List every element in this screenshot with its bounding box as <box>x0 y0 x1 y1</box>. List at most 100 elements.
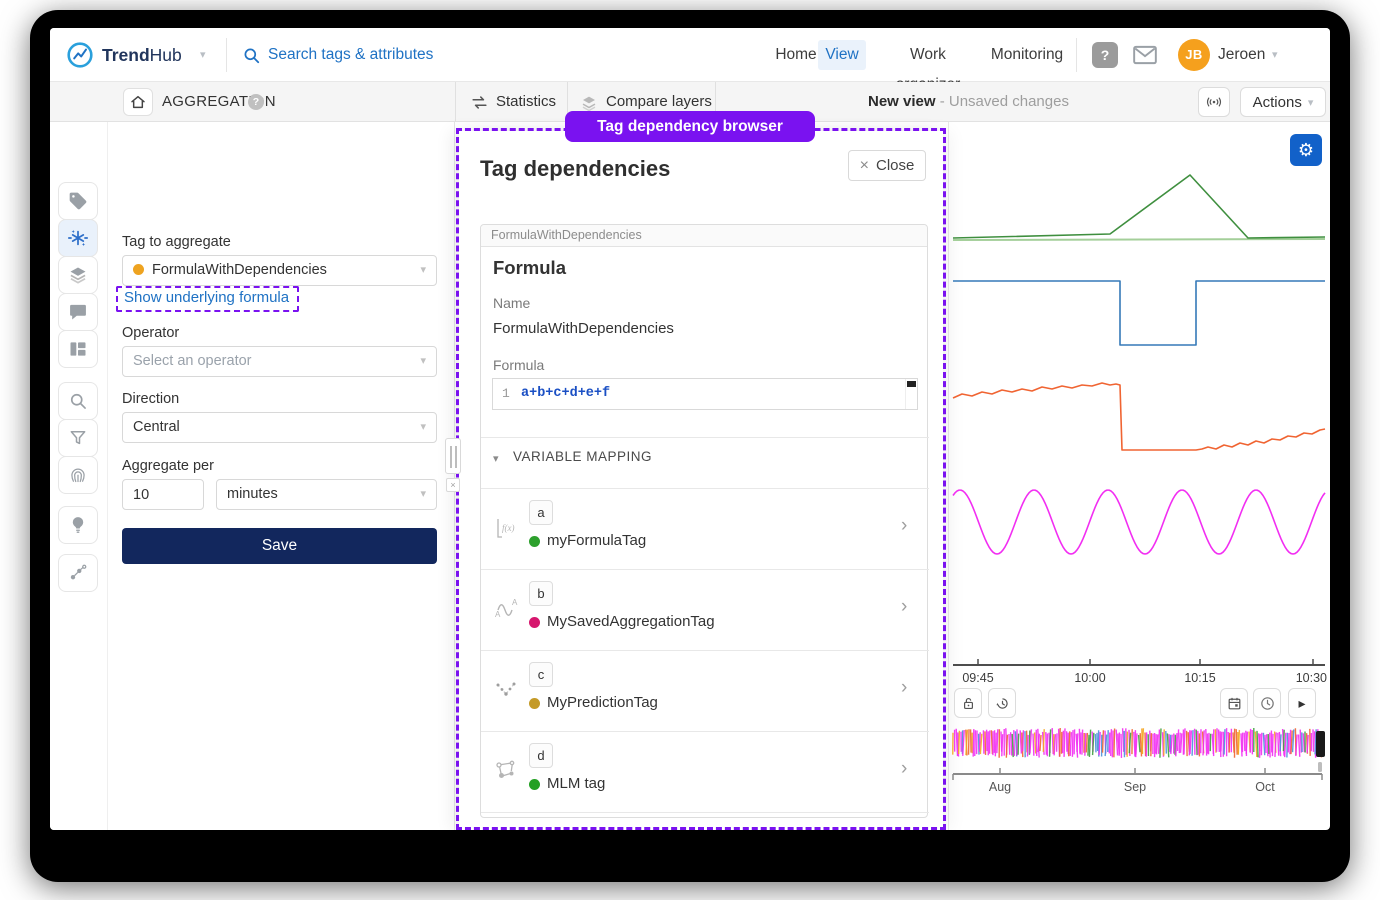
lock-icon <box>960 695 977 712</box>
aggregate-unit-select[interactable]: minutes ▾ <box>216 479 437 510</box>
calendar-icon <box>1226 695 1243 712</box>
panel-resize-handle[interactable] <box>445 438 461 474</box>
gear-icon: ⚙ <box>1298 140 1314 160</box>
editor-minimap <box>907 381 916 387</box>
save-button[interactable]: Save <box>122 528 437 564</box>
formula-card: FormulaWithDependencies Formula Name For… <box>480 224 928 818</box>
select-chevron-down-icon: ▾ <box>420 413 426 442</box>
clock-icon <box>1259 695 1276 712</box>
collapse-chevron-down-icon[interactable]: ▾ <box>493 452 499 465</box>
name-label: Name <box>493 295 530 311</box>
tag-name: MLM tag <box>547 775 605 792</box>
home-button[interactable] <box>123 88 153 116</box>
svg-text:Aug: Aug <box>989 780 1011 794</box>
mail-icon[interactable] <box>1132 44 1158 66</box>
sidebar-item-ideas[interactable] <box>58 506 98 544</box>
nav-item-view[interactable]: View <box>818 40 866 70</box>
tag-dependencies-modal: Tag dependencies × Close FormulaWithDepe… <box>459 131 943 830</box>
app-window: TrendHub ▾ Home View Work organizer Moni… <box>50 28 1330 830</box>
operator-placeholder: Select an operator <box>133 353 252 369</box>
nav-item-home[interactable]: Home <box>770 40 822 70</box>
sidebar-item-search[interactable] <box>58 382 98 420</box>
play-forward-button[interactable]: ▸ <box>1288 688 1316 718</box>
variable-row-b[interactable]: A A b MySavedAggregationTag › <box>481 570 929 651</box>
sidebar-item-comments[interactable] <box>58 293 98 331</box>
variable-row-a[interactable]: f(x) a myFormulaTag › <box>481 489 929 570</box>
broadcast-icon <box>1205 93 1223 111</box>
tag-color-dot <box>529 698 540 709</box>
close-icon: × <box>860 157 869 175</box>
dashboard-icon <box>68 339 88 359</box>
operator-label: Operator <box>122 325 179 341</box>
brand-chevron-down-icon[interactable]: ▾ <box>200 28 206 82</box>
sidebar-item-layers[interactable] <box>58 256 98 294</box>
screenshot-root: TrendHub ▾ Home View Work organizer Moni… <box>0 0 1380 900</box>
nav-item-work-organizer[interactable]: Work organizer <box>876 40 980 70</box>
close-button[interactable]: × Close <box>848 150 926 181</box>
chevron-right-icon: › <box>901 758 907 780</box>
filter-icon <box>68 428 88 448</box>
calendar-button[interactable] <box>1220 688 1248 718</box>
variable-badge: d <box>529 743 553 768</box>
help-circle-icon[interactable]: ? <box>248 94 264 110</box>
trendhub-logo-icon <box>66 41 94 69</box>
operator-select[interactable]: Select an operator ▾ <box>122 346 437 377</box>
brand-name[interactable]: TrendHub <box>102 28 182 82</box>
chevron-right-icon: › <box>901 515 907 537</box>
tag-color-dot <box>529 536 540 547</box>
chart-settings-button[interactable]: ⚙ <box>1290 134 1322 166</box>
section-divider <box>481 437 929 438</box>
svg-text:10:00: 10:00 <box>1074 671 1105 685</box>
tag-color-dot <box>133 264 144 275</box>
play-icon: ▸ <box>1298 695 1305 712</box>
sidebar-item-tags[interactable] <box>58 182 98 220</box>
avatar[interactable]: JB <box>1178 39 1210 71</box>
variable-row-d[interactable]: d MLM tag › <box>481 732 929 813</box>
svg-text:10:30: 10:30 <box>1296 671 1327 685</box>
panel-collapse-button[interactable]: × <box>446 478 460 492</box>
comment-icon <box>68 302 88 322</box>
svg-text:10:15: 10:15 <box>1184 671 1215 685</box>
aggregation-icon <box>67 227 89 249</box>
direction-select[interactable]: Central ▾ <box>122 412 437 443</box>
svg-text:Oct: Oct <box>1255 780 1275 794</box>
sidebar-item-connections[interactable] <box>58 554 98 592</box>
help-icon[interactable]: ? <box>1092 42 1118 68</box>
swap-arrows-icon <box>470 93 489 112</box>
lock-button[interactable] <box>954 688 982 718</box>
navbar-divider-2 <box>1076 38 1077 72</box>
tab-statistics[interactable]: Statistics <box>496 82 556 122</box>
clock-button[interactable] <box>1253 688 1281 718</box>
compare-layers-icon <box>580 94 598 112</box>
user-chevron-down-icon[interactable]: ▾ <box>1272 28 1278 82</box>
user-name[interactable]: Jeroen <box>1218 28 1265 82</box>
navbar-divider <box>226 38 227 72</box>
sidebar-item-dashboard[interactable] <box>58 330 98 368</box>
sidebar-item-aggregation[interactable] <box>58 219 98 257</box>
sidebar-item-filter[interactable] <box>58 419 98 457</box>
icon-sidebar: ⚙ <box>50 122 108 830</box>
svg-text:A: A <box>512 598 518 607</box>
mlm-nodes-icon <box>493 758 519 784</box>
show-underlying-formula-link[interactable]: Show underlying formula <box>124 289 289 306</box>
aggregate-value-input[interactable] <box>122 479 204 510</box>
actions-chevron-down-icon: ▾ <box>1308 96 1314 109</box>
variable-row-c[interactable]: c MyPredictionTag › <box>481 651 929 732</box>
formula-label: Formula <box>493 357 544 373</box>
formula-icon: f(x) <box>493 515 519 541</box>
search-input[interactable] <box>268 40 698 70</box>
home-icon <box>130 94 146 110</box>
variable-badge: b <box>529 581 553 606</box>
history-button[interactable] <box>988 688 1016 718</box>
broadcast-button[interactable] <box>1198 87 1230 117</box>
nav-item-monitoring[interactable]: Monitoring <box>986 40 1068 70</box>
svg-text:f(x): f(x) <box>502 523 515 533</box>
formula-editor[interactable]: 1 a+b+c+d+e+f <box>492 378 918 410</box>
sidebar-item-fingerprint[interactable] <box>58 456 98 494</box>
aggregation-wave-icon: A A <box>493 596 519 622</box>
grip-bar <box>455 446 457 468</box>
formula-code: a+b+c+d+e+f <box>521 379 610 409</box>
tag-to-aggregate-select[interactable]: FormulaWithDependencies ▾ <box>122 255 437 286</box>
view-name-text: New view <box>868 93 936 110</box>
actions-button[interactable]: Actions▾ <box>1240 87 1326 117</box>
